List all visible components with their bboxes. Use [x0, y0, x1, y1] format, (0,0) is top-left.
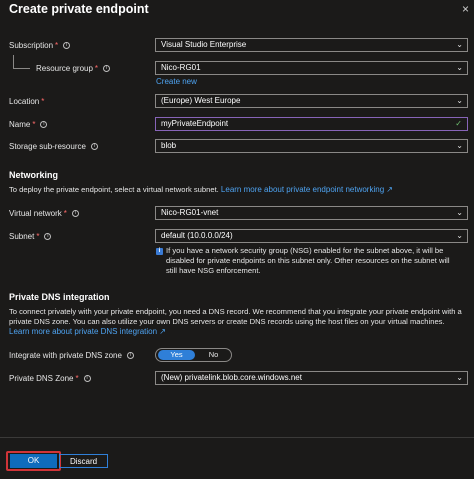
networking-description: To deploy the private endpoint, select a…: [9, 185, 393, 194]
info-circle-icon[interactable]: i: [103, 65, 111, 73]
checkmark-icon: ✓: [455, 119, 462, 128]
external-link-icon: ↗: [386, 185, 393, 194]
name-input[interactable]: myPrivateEndpoint ✓: [155, 117, 468, 131]
info-circle-icon[interactable]: i: [40, 121, 48, 129]
location-select[interactable]: (Europe) West Europe ⌄: [155, 94, 468, 108]
create-new-link[interactable]: Create new: [156, 77, 197, 86]
name-label: Name * i: [9, 120, 48, 129]
storage-sub-resource-select[interactable]: blob ⌄: [155, 139, 468, 153]
subnet-select[interactable]: default (10.0.0.0/24) ⌄: [155, 229, 468, 243]
location-label: Location *: [9, 97, 45, 106]
integrate-dns-label: Integrate with private DNS zone i: [9, 351, 134, 360]
toggle-yes-option[interactable]: Yes: [158, 350, 195, 360]
blade-title: Create private endpoint: [9, 2, 149, 16]
chevron-down-icon: ⌄: [456, 373, 463, 382]
resource-group-label: Resource group * i: [36, 64, 111, 73]
tree-connector: [13, 55, 30, 69]
info-square-icon: i: [156, 248, 163, 255]
info-circle-icon[interactable]: i: [63, 42, 71, 50]
subscription-label: Subscription * i: [9, 41, 71, 50]
dns-learn-more-link[interactable]: Learn more about private DNS integration: [9, 327, 157, 336]
info-circle-icon[interactable]: i: [126, 352, 134, 360]
chevron-down-icon: ⌄: [456, 96, 463, 105]
external-link-icon: ↗: [159, 327, 166, 336]
chevron-down-icon: ⌄: [456, 40, 463, 49]
info-circle-icon[interactable]: i: [44, 233, 52, 241]
chevron-down-icon: ⌄: [456, 63, 463, 72]
subscription-select[interactable]: Visual Studio Enterprise ⌄: [155, 38, 468, 52]
storage-sub-resource-label: Storage sub-resource i: [9, 142, 98, 151]
virtual-network-label: Virtual network * i: [9, 209, 79, 218]
virtual-network-select[interactable]: Nico-RG01-vnet ⌄: [155, 206, 468, 220]
ok-highlight: OK: [6, 451, 61, 471]
chevron-down-icon: ⌄: [456, 231, 463, 240]
info-circle-icon[interactable]: i: [83, 375, 91, 383]
integrate-dns-toggle[interactable]: Yes No: [155, 348, 232, 362]
subnet-label: Subnet * i: [9, 232, 52, 241]
dns-heading: Private DNS integration: [9, 292, 110, 302]
nsg-notice: If you have a network security group (NS…: [166, 246, 450, 275]
close-icon[interactable]: ×: [462, 2, 469, 16]
networking-heading: Networking: [9, 170, 59, 180]
info-circle-icon[interactable]: i: [71, 210, 79, 218]
toggle-no-option[interactable]: No: [197, 350, 230, 360]
chevron-down-icon: ⌄: [456, 141, 463, 150]
discard-button[interactable]: Discard: [59, 454, 108, 468]
info-circle-icon[interactable]: i: [90, 143, 98, 151]
private-dns-zone-label: Private DNS Zone * i: [9, 374, 91, 383]
private-dns-zone-select[interactable]: (New) privatelink.blob.core.windows.net ⌄: [155, 371, 468, 385]
dns-description: To connect privately with your private e…: [9, 307, 462, 336]
networking-learn-more-link[interactable]: Learn more about private endpoint networ…: [221, 185, 384, 194]
footer-divider: [0, 437, 474, 438]
chevron-down-icon: ⌄: [456, 208, 463, 217]
ok-button[interactable]: OK: [10, 454, 57, 468]
resource-group-select[interactable]: Nico-RG01 ⌄: [155, 61, 468, 75]
